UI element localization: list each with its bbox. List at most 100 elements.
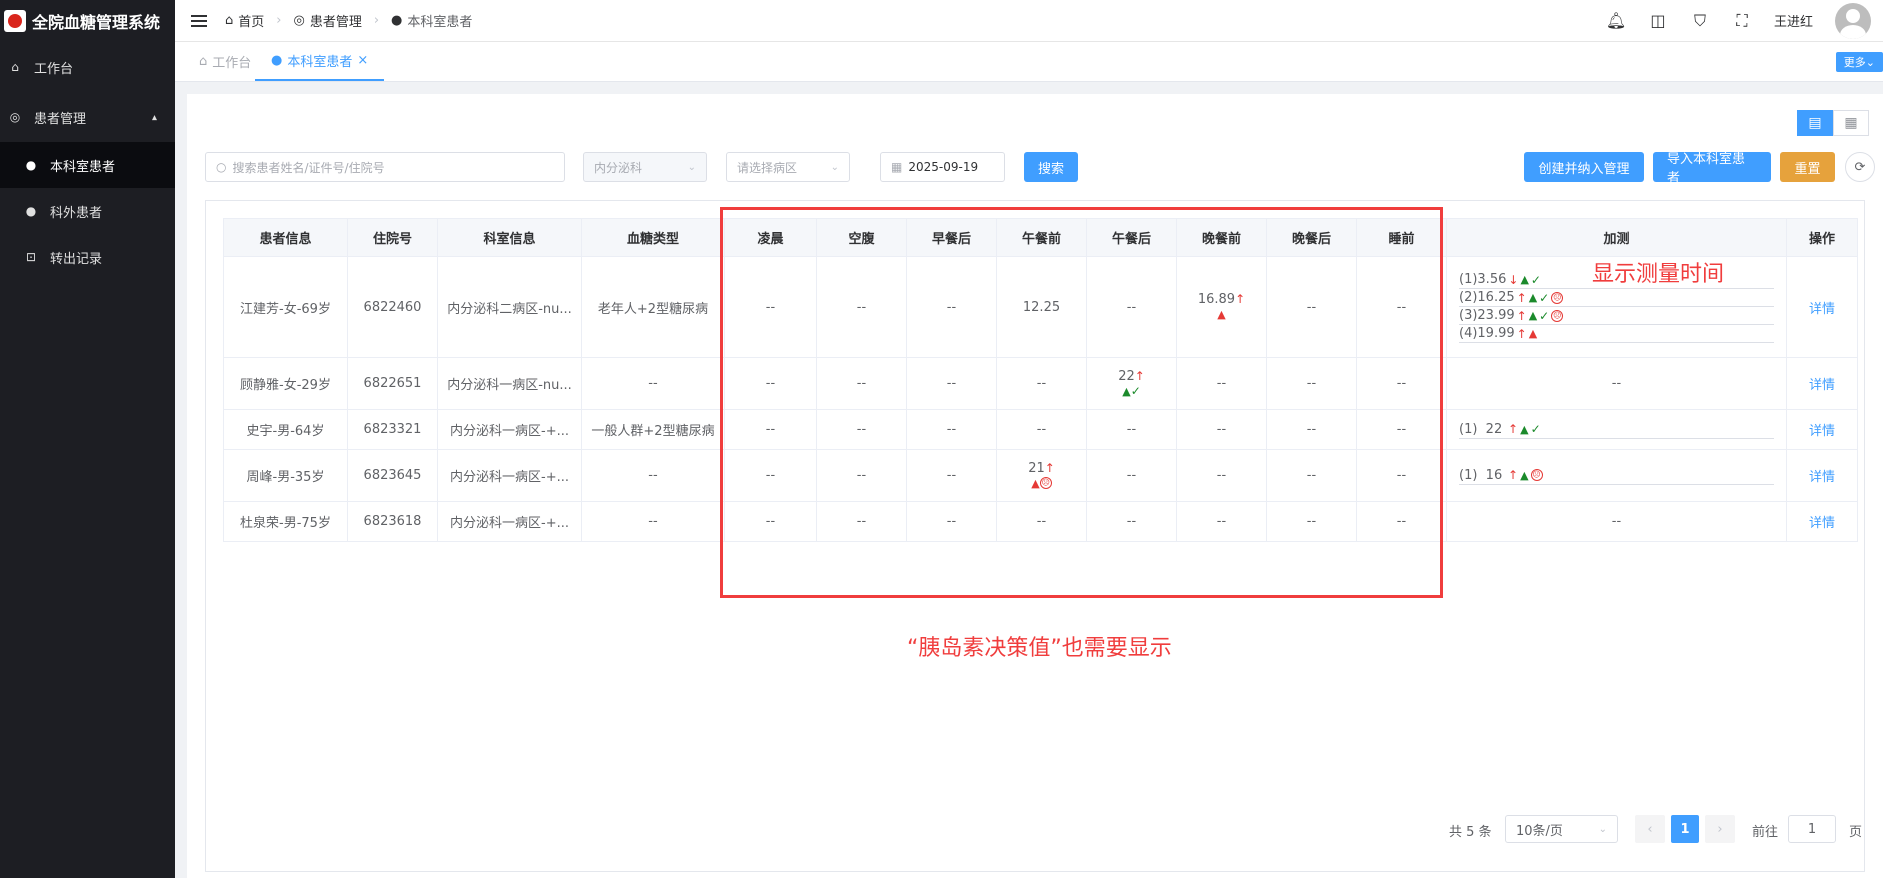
next-page-icon[interactable]: ›: [1705, 815, 1735, 843]
extra-item: (4)19.99 ↑ ▲: [1459, 325, 1774, 343]
sidebar-item-label: 科外患者: [50, 205, 103, 221]
search-placeholder: 搜索患者姓名/证件号/住院号: [232, 160, 385, 175]
patient-info: 江建芳-女-69岁: [223, 256, 348, 358]
chevron-down-icon: ⌄: [1865, 55, 1875, 69]
main-content: ▤ ▦ ○ 搜索患者姓名/证件号/住院号 内分泌科 ⌄ 请选择病区 ⌄ ▦ 20…: [187, 94, 1883, 878]
warning-green-icon: ▲: [1520, 468, 1529, 482]
prev-page-icon[interactable]: ‹: [1635, 815, 1665, 843]
tab-dept-patients[interactable]: ● 本科室患者 ×: [255, 42, 385, 81]
col-header: 血糖类型: [581, 218, 725, 257]
detail-link[interactable]: 详情: [1786, 256, 1858, 358]
detail-link[interactable]: 详情: [1786, 409, 1858, 450]
tabs-bar: ⌂ 工作台 ● 本科室患者 × 更多 ⌄: [175, 42, 1883, 82]
arrow-up-icon: ↑: [1516, 326, 1527, 341]
extra-measurements: (1) 16 ↑ ▲ ☹: [1446, 449, 1787, 502]
fullscreen-icon[interactable]: ⛶: [1732, 11, 1752, 31]
admission-number: 6823645: [347, 449, 438, 502]
detail-link[interactable]: 详情: [1786, 449, 1858, 502]
date-picker[interactable]: ▦ 2025-09-19: [880, 152, 1005, 182]
chevron-down-icon: ⌄: [830, 161, 839, 173]
arrow-up-icon: ↑: [1516, 308, 1527, 323]
extra-value: (2)16.25: [1459, 290, 1515, 305]
patient-info: 史宇-男-64岁: [223, 409, 348, 450]
chevron-up-icon: ▾: [151, 111, 157, 123]
arrow-down-icon: ↓: [1508, 272, 1519, 287]
cart-icon: ⊡: [25, 250, 37, 264]
sidebar-item-transfer-records[interactable]: ⊡ 转出记录: [0, 234, 175, 280]
sidebar-item-patient-management[interactable]: ◎ 患者管理 ▾: [0, 92, 175, 142]
search-input[interactable]: ○ 搜索患者姓名/证件号/住院号: [205, 152, 565, 182]
department-info: 内分泌科一病区-nu...: [437, 357, 582, 410]
extra-measurements: --: [1446, 357, 1787, 410]
more-label: 更多: [1843, 56, 1866, 69]
shirt-icon[interactable]: ⛉: [1690, 11, 1710, 31]
list-view-icon[interactable]: ▤: [1797, 110, 1833, 136]
menu-toggle-icon[interactable]: [191, 12, 207, 30]
search-button[interactable]: 搜索: [1024, 152, 1078, 182]
sidebar-item-label: 转出记录: [50, 251, 103, 267]
chevron-down-icon: ⌄: [1598, 823, 1607, 835]
close-icon[interactable]: ×: [357, 53, 368, 68]
admission-number: 6822460: [347, 256, 438, 358]
glucose-type: --: [581, 357, 725, 410]
arrow-up-icon: ↑: [1504, 422, 1519, 436]
extra-value: (3)23.99: [1459, 308, 1515, 323]
refresh-icon[interactable]: ⟳: [1845, 152, 1875, 182]
extra-value: (4)19.99: [1459, 326, 1515, 341]
ward-placeholder: 请选择病区: [737, 160, 798, 175]
extra-measurements: --: [1446, 501, 1787, 542]
layout-icon[interactable]: ◫: [1648, 11, 1668, 31]
home-icon: ⌂: [11, 60, 19, 74]
extra-item: (2)16.25 ↑ ▲ ✓ ☹: [1459, 289, 1774, 307]
reset-button[interactable]: 重置: [1780, 152, 1835, 182]
create-manage-button[interactable]: 创建并纳入管理: [1524, 152, 1644, 182]
warning-green-icon: ▲: [1520, 273, 1529, 286]
breadcrumb-patient-management[interactable]: 患者管理: [310, 11, 362, 30]
sidebar-item-external-patients[interactable]: ● 科外患者: [0, 188, 175, 234]
patient-submenu: ● 本科室患者 ● 科外患者 ⊡ 转出记录: [0, 142, 175, 280]
admission-number: 6823321: [347, 409, 438, 450]
more-tabs-button[interactable]: 更多 ⌄: [1835, 52, 1883, 72]
admission-number: 6822651: [347, 357, 438, 410]
detail-link[interactable]: 详情: [1786, 357, 1858, 410]
sidebar-item-label: 本科室患者: [50, 159, 116, 175]
hospital-logo-icon: [4, 10, 26, 32]
warning-red-icon: ▲: [1528, 327, 1538, 340]
extra-item: (3)23.99 ↑ ▲ ✓ ☹: [1459, 307, 1774, 325]
goto-page-input[interactable]: 1: [1788, 815, 1836, 843]
department-select[interactable]: 内分泌科 ⌄: [583, 152, 707, 182]
annotation-insulin: “胰岛素决策值”也需要显示: [907, 636, 1172, 661]
annotation-box: [720, 207, 1443, 598]
avatar[interactable]: [1835, 2, 1871, 39]
page-size-select[interactable]: 10条/页 ⌄: [1505, 815, 1618, 843]
ward-select[interactable]: 请选择病区 ⌄: [726, 152, 850, 182]
import-patients-button[interactable]: 导入本科室患者: [1653, 152, 1771, 186]
extra-item: (1) 16 ↑ ▲ ☹: [1459, 467, 1774, 485]
check-icon: ✓: [1539, 290, 1550, 305]
detail-link[interactable]: 详情: [1786, 501, 1858, 542]
view-toggle: ▤ ▦: [1797, 110, 1869, 136]
grid-view-icon[interactable]: ▦: [1833, 110, 1869, 136]
department-value: 内分泌科: [594, 160, 643, 175]
username[interactable]: 王进红: [1774, 11, 1813, 30]
warning-green-icon: ▲: [1520, 422, 1529, 436]
extra-value: (1)3.56: [1459, 272, 1507, 287]
sidebar-item-workbench[interactable]: ⌂ 工作台: [0, 42, 175, 92]
sidebar-item-label: 工作台: [34, 61, 74, 77]
compass-icon: ◎: [9, 110, 21, 124]
chevron-down-icon: ⌄: [687, 161, 696, 173]
admission-number: 6823618: [347, 501, 438, 542]
patient-info: 顾静雅-女-29岁: [223, 357, 348, 410]
check-icon: ✓: [1530, 422, 1541, 436]
annotation-show-time: 显示测量时间: [1592, 262, 1725, 287]
glucose-type: 老年人+2型糖尿病: [581, 256, 725, 358]
extra-value: (1) 22: [1459, 421, 1503, 437]
sidebar-item-dept-patients[interactable]: ● 本科室患者: [0, 142, 175, 188]
page-number-current[interactable]: 1: [1671, 815, 1699, 843]
sad-face-icon: ☹: [1551, 291, 1564, 304]
bell-icon[interactable]: 🔔︎: [1606, 11, 1626, 31]
top-bar: ⌂ 首页 › ◎ 患者管理 › ● 本科室患者 🔔︎ ◫ ⛉ ⛶ 王进红: [175, 0, 1883, 42]
goto-label: 前往: [1752, 825, 1779, 840]
pagination-total: 共 5 条: [1449, 825, 1492, 840]
breadcrumb-home[interactable]: 首页: [238, 11, 264, 30]
